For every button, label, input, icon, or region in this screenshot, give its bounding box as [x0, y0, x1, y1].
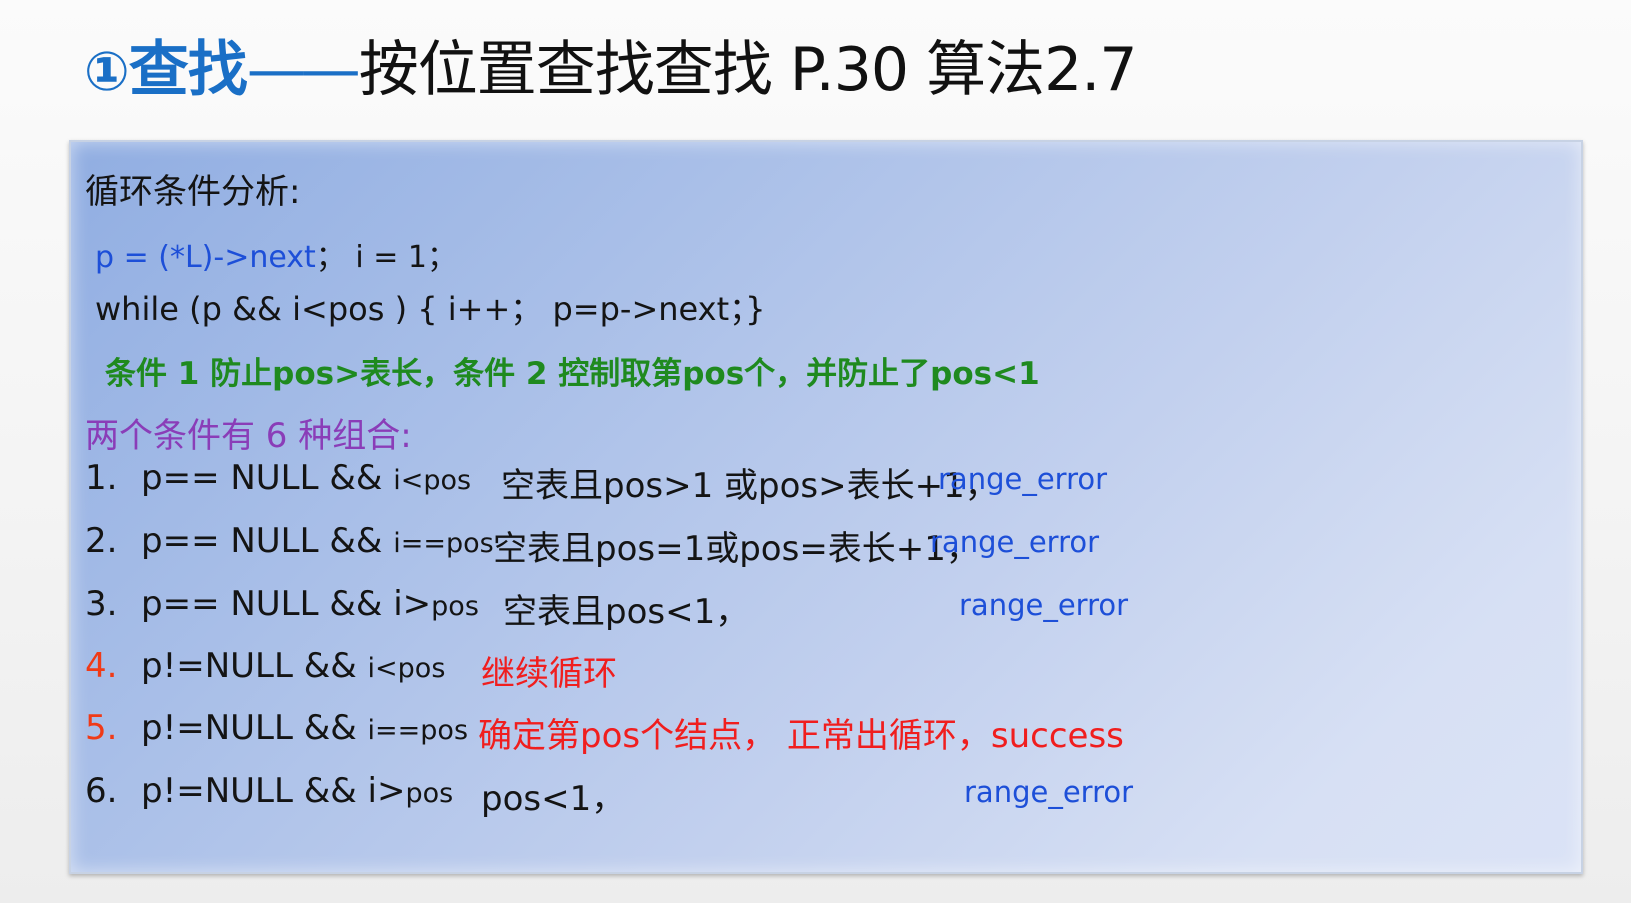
item-condition: p!=NULL && i==pos	[141, 708, 468, 748]
item-error: range_error	[964, 775, 1134, 809]
combination-heading: 两个条件有 6 种组合:	[85, 416, 412, 456]
title-rest: 按位置查找查找 P.30 算法2.7	[358, 35, 1138, 105]
condition-main: p== NULL && i>	[141, 584, 432, 624]
analysis-heading: 循环条件分析:	[85, 172, 301, 212]
condition-small: i<pos	[393, 465, 472, 496]
combination-item-4: 4. p!=NULL && i<pos 继续循环	[85, 646, 617, 694]
title-keyword: 查找	[128, 35, 248, 105]
item-index: 3.	[85, 584, 118, 624]
item-index: 4.	[85, 646, 118, 686]
item-description: 空表且pos=1或pos=表长+1，	[493, 529, 980, 569]
code-init-rest: ； i = 1；	[315, 240, 457, 275]
slide-title: ①查找——按位置查找查找 P.30 算法2.7	[84, 30, 1138, 110]
code-line-init: p = (*L)->next； i = 1；	[95, 232, 457, 276]
item-index: 1.	[85, 458, 118, 498]
condition-main: p!=NULL &&	[141, 708, 368, 748]
condition-small: i==pos	[367, 715, 469, 746]
item-condition: p!=NULL && i<pos	[141, 646, 445, 686]
item-error: range_error	[959, 588, 1129, 622]
item-error: range_error	[930, 525, 1100, 559]
title-marker: ①	[84, 40, 130, 103]
item-description: 空表且pos<1，	[503, 592, 750, 632]
title-dash: ——	[246, 35, 361, 105]
code-line-while: while (p && i<pos ) { i++； p=p->next；}	[95, 290, 766, 328]
item-condition: p== NULL && i>pos	[141, 584, 479, 624]
item-error: range_error	[938, 462, 1108, 496]
combination-item-1: 1. p== NULL && i<pos 空表且pos>1 或pos>表长+1， …	[85, 458, 1107, 506]
item-index: 2.	[85, 521, 118, 561]
condition-note: 条件 1 防止pos>表长，条件 2 控制取第pos个，并防止了pos<1	[105, 356, 1040, 392]
item-description: pos<1，	[481, 779, 626, 819]
condition-small: pos	[405, 778, 454, 809]
item-condition: p== NULL && i==pos	[141, 521, 494, 561]
item-description: 继续循环	[481, 654, 617, 694]
condition-main: p!=NULL && i>	[141, 771, 406, 811]
condition-small: pos	[431, 591, 479, 622]
condition-small: i==pos	[393, 528, 494, 559]
item-condition: p== NULL && i<pos	[141, 458, 471, 498]
item-description: 空表且pos>1 或pos>表长+1，	[501, 466, 999, 506]
item-description: 确定第pos个结点， 正常出循环，success	[478, 716, 1124, 756]
condition-main: p!=NULL &&	[141, 646, 368, 686]
item-index: 5.	[85, 708, 118, 748]
combination-item-3: 3. p== NULL && i>pos 空表且pos<1， range_erro…	[85, 584, 1128, 632]
condition-small: i<pos	[367, 653, 446, 684]
condition-main: p== NULL &&	[141, 521, 394, 561]
combination-item-5: 5. p!=NULL && i==pos 确定第pos个结点， 正常出循环，suc…	[85, 708, 1124, 756]
code-init-expr: p = (*L)->next	[95, 240, 316, 275]
content-panel: 循环条件分析: p = (*L)->next； i = 1； while (p …	[69, 140, 1583, 874]
item-index: 6.	[85, 771, 118, 811]
condition-main: p== NULL &&	[141, 458, 394, 498]
item-condition: p!=NULL && i>pos	[141, 771, 453, 811]
combination-item-2: 2. p== NULL && i==pos 空表且pos=1或pos=表长+1， …	[85, 521, 1099, 569]
combination-item-6: 6. p!=NULL && i>pos pos<1， range_error	[85, 771, 1133, 819]
